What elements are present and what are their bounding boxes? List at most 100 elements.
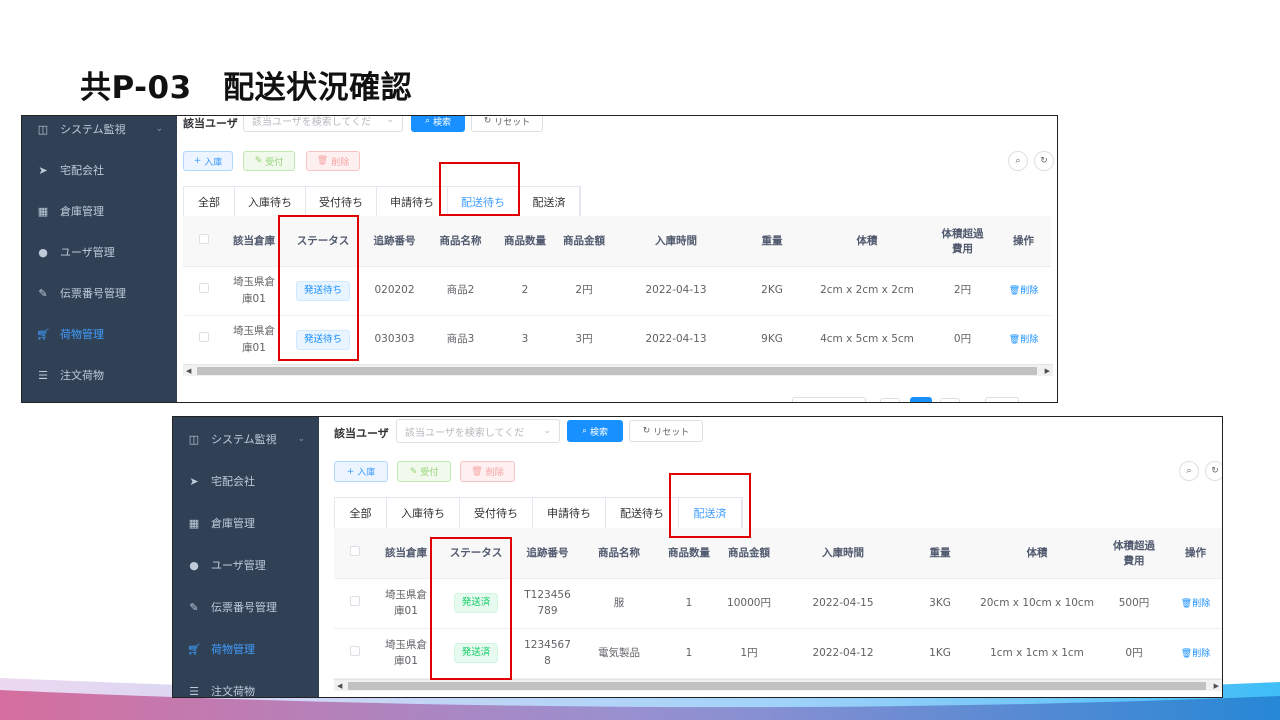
refresh-icon: ↻ — [642, 426, 651, 436]
status-tabs: 全部 入庫待ち 受付待ち 申請待ち 配送待ち 配送済 — [334, 497, 743, 528]
scrollbar-thumb[interactable] — [197, 367, 1037, 375]
sidebar-item-warehouse[interactable]: ▦ 倉庫管理 — [22, 191, 177, 231]
scrollbar-thumb[interactable] — [348, 682, 1206, 690]
user-search-input[interactable]: 該当ユーザを検索してくだ ⌄ — [396, 419, 560, 443]
sidebar-item-packages[interactable]: 🛒︎ 荷物管理 — [22, 314, 177, 354]
horizontal-scrollbar[interactable]: ◀ ▶ — [183, 364, 1053, 376]
sidebar-item-label: システム監視 — [60, 123, 126, 136]
select-all-checkbox[interactable] — [183, 216, 225, 267]
cell-warehouse: 埼玉県倉 庫01 — [376, 628, 436, 679]
sidebar-item-orders[interactable]: ☰ 注文荷物 — [22, 355, 177, 395]
sidebar-item-users[interactable]: ● ユーザ管理 — [173, 545, 319, 585]
tab-awaiting-application[interactable]: 申請待ち — [533, 498, 606, 528]
row-checkbox[interactable] — [183, 266, 225, 316]
reset-button[interactable]: ↻ リセット — [629, 420, 703, 442]
sidebar-item-label: 伝票番号管理 — [60, 287, 126, 300]
row-delete-link[interactable]: 🗑︎削除 — [1181, 649, 1210, 659]
cell-product: 商品2 — [426, 266, 495, 316]
user-search-input[interactable]: 該当ユーザを検索してくだ ⌄ — [243, 116, 403, 132]
monitor-icon: ◫ — [37, 122, 49, 136]
cell-weight: 1KG — [907, 628, 973, 679]
grid-icon: ▦ — [188, 516, 200, 530]
sidebar-item-label: システム監視 — [211, 433, 277, 446]
accept-button[interactable]: ✎ 受付 — [243, 151, 295, 171]
tab-all[interactable]: 全部 — [335, 498, 387, 528]
sidebar-item-orders[interactable]: ☰ 注文荷物 — [173, 671, 319, 698]
cell-over-fee: 2円 — [929, 266, 996, 316]
sidebar-item-packages[interactable]: 🛒︎ 荷物管理 — [173, 629, 319, 669]
edit-icon: ✎ — [189, 600, 199, 614]
table-header-row: 該当倉庫 ステータス 追跡番号 商品名称 商品数量 商品金額 入庫時間 重量 体… — [183, 216, 1051, 267]
reset-button[interactable]: ↻ リセット — [471, 116, 543, 132]
tab-awaiting-delivery[interactable]: 配送待ち — [448, 187, 519, 216]
cell-tracking: T123456 789 — [516, 578, 579, 629]
row-delete-link[interactable]: 🗑︎削除 — [1181, 599, 1210, 609]
edit-icon: ✎ — [38, 286, 48, 300]
cell-time: 2022-04-13 — [613, 315, 739, 365]
search-button[interactable]: ⌕ 検索 — [411, 116, 465, 132]
add-stock-button[interactable]: + 入庫 — [183, 151, 233, 171]
cell-volume: 4cm x 5cm x 5cm — [805, 315, 929, 365]
trash-icon: 🗑︎ — [1008, 286, 1021, 297]
row-checkbox[interactable] — [334, 628, 376, 679]
tab-all[interactable]: 全部 — [184, 187, 235, 216]
row-delete-link[interactable]: 🗑︎削除 — [1009, 286, 1038, 296]
page-size-select[interactable] — [792, 397, 866, 402]
refresh-icon: ↻ — [1211, 466, 1219, 476]
plus-icon: + — [193, 156, 202, 166]
sidebar-item-system-monitor[interactable]: ◫ システム監視 ⌄ — [173, 419, 319, 459]
cell-warehouse: 埼玉県倉 庫01 — [225, 315, 283, 365]
tab-delivered[interactable]: 配送済 — [519, 187, 580, 216]
refresh-button[interactable]: ↻ — [1205, 461, 1222, 481]
scroll-right-icon: ▶ — [1044, 367, 1050, 375]
trash-icon: 🗑︎ — [1180, 648, 1193, 659]
row-delete-link[interactable]: 🗑︎削除 — [1009, 335, 1038, 345]
select-all-checkbox[interactable] — [334, 528, 376, 579]
cell-over-fee: 500円 — [1101, 578, 1167, 629]
main-content: 該当ユーザ 該当ユーザを検索してくだ ⌄ ⌕ 検索 ↻ リセット + 入庫 ✎ 受付 🗑… — [177, 116, 1057, 402]
search-button[interactable]: ⌕ 検索 — [567, 420, 623, 442]
delete-button[interactable]: 🗑︎ 削除 — [306, 151, 360, 171]
sidebar-item-slip-numbers[interactable]: ✎ 伝票番号管理 — [22, 273, 177, 313]
cell-status: 発送待ち — [283, 266, 363, 316]
sidebar-item-warehouse[interactable]: ▦ 倉庫管理 — [173, 503, 319, 543]
chevron-down-icon: ⌄ — [155, 124, 163, 134]
accept-button[interactable]: ✎ 受付 — [397, 461, 451, 482]
tab-awaiting-delivery[interactable]: 配送待ち — [606, 498, 679, 528]
tab-awaiting-acceptance[interactable]: 受付待ち — [306, 187, 377, 216]
tab-awaiting-application[interactable]: 申請待ち — [377, 187, 448, 216]
page-1-button[interactable] — [910, 397, 932, 402]
add-stock-button[interactable]: + 入庫 — [334, 461, 388, 482]
sidebar-item-delivery-company[interactable]: ➤ 宅配会社 — [22, 150, 177, 190]
horizontal-scrollbar[interactable]: ◀ ▶ — [334, 679, 1222, 691]
sidebar-item-slip-numbers[interactable]: ✎ 伝票番号管理 — [173, 587, 319, 627]
cell-volume: 20cm x 10cm x 10cm — [973, 578, 1101, 629]
tab-delivered[interactable]: 配送済 — [679, 498, 742, 528]
sidebar-item-system-monitor[interactable]: ◫ システム監視 ⌄ — [22, 116, 177, 149]
delete-button[interactable]: 🗑︎ 削除 — [460, 461, 515, 482]
sidebar-item-delivery-company[interactable]: ➤ 宅配会社 — [173, 461, 319, 501]
tab-awaiting-acceptance[interactable]: 受付待ち — [460, 498, 533, 528]
sidebar-item-users[interactable]: ● ユーザ管理 — [22, 232, 177, 272]
refresh-button[interactable]: ↻ — [1034, 151, 1054, 171]
prev-page-button[interactable] — [880, 398, 900, 402]
cell-time: 2022-04-13 — [613, 266, 739, 316]
monitor-icon: ◫ — [188, 432, 200, 446]
tab-awaiting-stock[interactable]: 入庫待ち — [387, 498, 460, 528]
goto-page-input[interactable] — [985, 397, 1019, 402]
row-checkbox[interactable] — [334, 578, 376, 629]
next-page-button[interactable] — [940, 398, 960, 402]
trash-icon: 🗑︎ — [1008, 335, 1021, 346]
list-icon: ☰ — [38, 368, 48, 382]
search-toggle-button[interactable]: ⌕ — [1008, 151, 1028, 171]
cell-action: 🗑︎削除 — [996, 266, 1051, 316]
sidebar: ◫ システム監視 ⌄ ➤ 宅配会社 ▦ 倉庫管理 ● ユーザ管理 ✎ 伝票番号管… — [173, 417, 319, 697]
sidebar-item-label: 宅配会社 — [60, 164, 104, 177]
cell-volume: 1cm x 1cm x 1cm — [973, 628, 1101, 679]
cell-action: 🗑︎削除 — [996, 315, 1051, 365]
row-checkbox[interactable] — [183, 315, 225, 365]
search-toggle-button[interactable]: ⌕ — [1179, 461, 1199, 481]
tab-awaiting-stock[interactable]: 入庫待ち — [235, 187, 306, 216]
cell-qty: 2 — [495, 266, 555, 316]
scroll-left-icon: ◀ — [337, 682, 343, 690]
